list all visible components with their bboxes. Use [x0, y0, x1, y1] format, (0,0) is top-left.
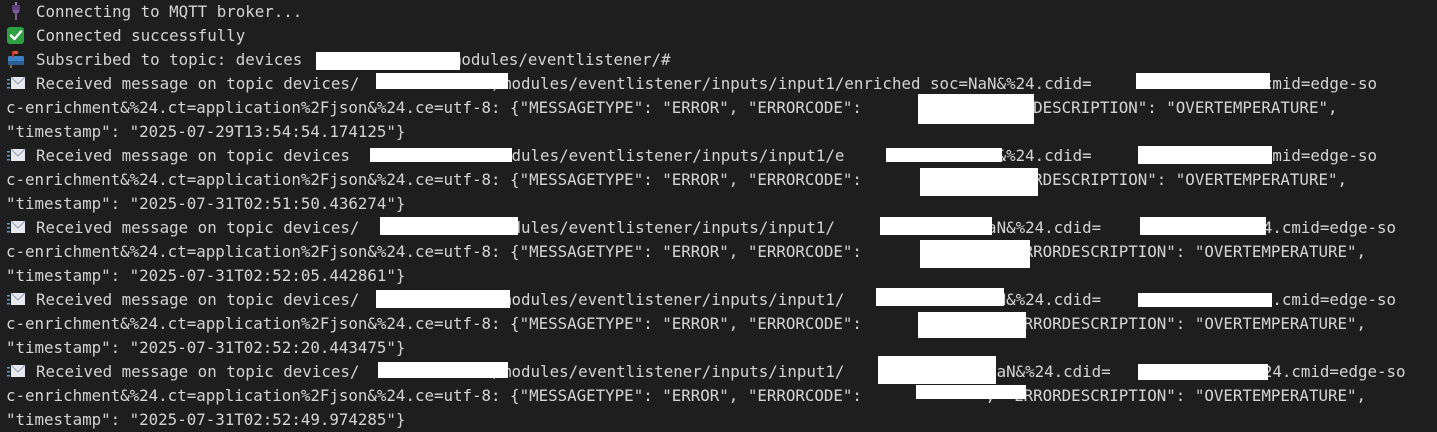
message-line: "timestamp": "2025-07-31T02:52:49.974285… — [6, 408, 1437, 432]
subscribed-text: Subscribed to topic: devices — [36, 50, 303, 69]
log-line-subscribed: Subscribed to topic: devices/modules/eve… — [6, 48, 1437, 72]
message-line: c-enrichment&%24.ct=application%2Fjson&%… — [6, 384, 1437, 408]
redaction-box — [886, 148, 1002, 162]
message-body: c-enrichment&%24.ct=application%2Fjson&%… — [6, 98, 1338, 117]
redaction-box — [370, 148, 512, 162]
check-icon — [6, 25, 26, 45]
message-line: c-enrichment&%24.ct=application%2Fjson&%… — [6, 312, 1437, 336]
message-line: c-enrichment&%24.ct=application%2Fjson&%… — [6, 96, 1437, 120]
connected-text: Connected successfully — [36, 26, 246, 45]
envelope-icon — [6, 217, 26, 237]
redaction-box — [878, 356, 996, 384]
message-line: c-enrichment&%24.ct=application%2Fjson&%… — [6, 168, 1437, 192]
message-timestamp: "timestamp": "2025-07-31T02:52:49.974285… — [6, 410, 406, 429]
redaction-box — [880, 217, 992, 235]
redaction-box — [1140, 217, 1266, 235]
terminal-output: Connecting to MQTT broker... Connected s… — [0, 0, 1437, 432]
redaction-box — [1138, 364, 1268, 380]
message-timestamp: "timestamp": "2025-07-31T02:52:05.442861… — [6, 266, 406, 285]
message-line: "timestamp": "2025-07-29T13:54:54.174125… — [6, 120, 1437, 144]
envelope-icon — [6, 289, 26, 309]
envelope-icon — [6, 73, 26, 93]
redaction-box — [920, 240, 1030, 268]
message-line: "timestamp": "2025-07-31T02:51:50.436274… — [6, 192, 1437, 216]
mailbox-icon — [6, 49, 26, 69]
redaction-box — [316, 52, 460, 70]
envelope-icon — [6, 361, 26, 381]
message-body: c-enrichment&%24.ct=application%2Fjson&%… — [6, 170, 1347, 189]
connecting-text: Connecting to MQTT broker... — [36, 2, 303, 21]
redaction-box — [376, 290, 510, 308]
subscribed-topic-suffix: /modules/eventlistener/# — [442, 50, 671, 69]
redaction-box — [876, 288, 1004, 306]
redaction-box — [920, 168, 1038, 196]
redaction-box — [1138, 293, 1272, 307]
message-timestamp: "timestamp": "2025-07-31T02:52:20.443475… — [6, 338, 406, 357]
redaction-box — [918, 94, 1034, 124]
message-body: c-enrichment&%24.ct=application%2Fjson&%… — [6, 314, 1367, 333]
redaction-box — [1136, 73, 1270, 89]
plug-icon — [6, 1, 26, 21]
message-body: c-enrichment&%24.ct=application%2Fjson&%… — [6, 386, 1367, 405]
redaction-box — [916, 385, 1026, 399]
message-line: "timestamp": "2025-07-31T02:52:20.443475… — [6, 336, 1437, 360]
redaction-box — [918, 312, 1026, 338]
envelope-icon — [6, 145, 26, 165]
log-line-connected: Connected successfully — [6, 24, 1437, 48]
log-line-connecting: Connecting to MQTT broker... — [6, 0, 1437, 24]
redaction-box — [1138, 146, 1272, 164]
message-timestamp: "timestamp": "2025-07-31T02:51:50.436274… — [6, 194, 406, 213]
message-timestamp: "timestamp": "2025-07-29T13:54:54.174125… — [6, 122, 406, 141]
redaction-box — [378, 362, 508, 378]
redaction-box — [380, 217, 518, 235]
message-line: "timestamp": "2025-07-31T02:52:05.442861… — [6, 264, 1437, 288]
redaction-box — [376, 73, 508, 89]
message-line: c-enrichment&%24.ct=application%2Fjson&%… — [6, 240, 1437, 264]
message-body: c-enrichment&%24.ct=application%2Fjson&%… — [6, 242, 1367, 261]
